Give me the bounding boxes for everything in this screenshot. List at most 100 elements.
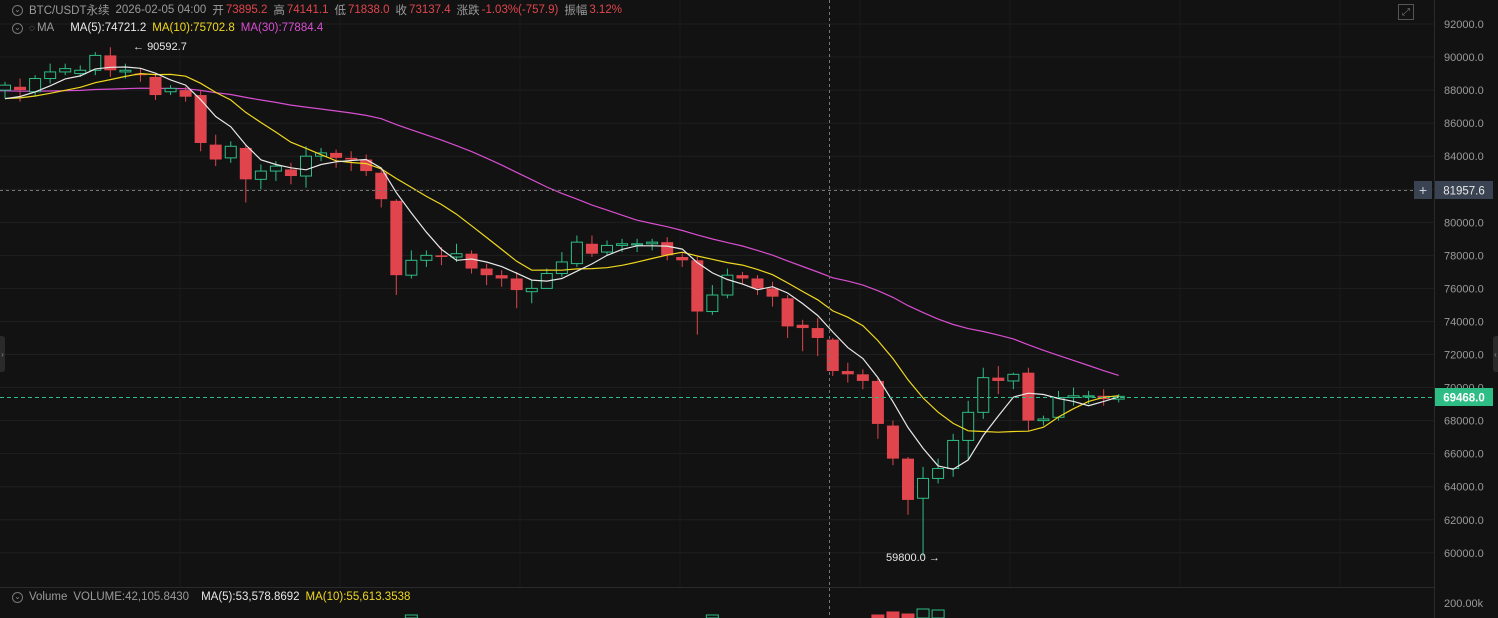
- left-panel-handle[interactable]: ›: [0, 336, 5, 372]
- low-label: 低: [334, 5, 346, 17]
- candle-body: [1022, 372, 1035, 421]
- candle-body: [1082, 395, 1095, 398]
- close-label: 收: [395, 5, 408, 17]
- price-tick-label: 74000.0: [1444, 316, 1484, 328]
- symbol-label[interactable]: BTC/USDT永续: [29, 2, 110, 18]
- candle-body: [841, 371, 854, 375]
- price-tick-label: 60000.0: [1444, 548, 1484, 560]
- high-value: 74141.1: [286, 4, 329, 16]
- volume-legend: ⌄ Volume VOLUME:42,105.8430 MA(5):53,578…: [12, 589, 410, 605]
- amplitude-value: 3.12%: [589, 4, 622, 16]
- change-label: 涨跌: [456, 5, 480, 17]
- volume-label[interactable]: Volume: [29, 591, 67, 603]
- candle-body: [646, 241, 659, 245]
- candle-body: [44, 71, 57, 80]
- high-annotation: ← 90592.7: [133, 41, 187, 53]
- price-tick-label: 80000.0: [1444, 217, 1484, 229]
- candle-body: [616, 243, 629, 246]
- candlestick-chart[interactable]: 92000.090000.088000.086000.084000.082000…: [0, 0, 1498, 618]
- candle-body: [450, 253, 463, 258]
- candle-body: [435, 255, 448, 258]
- ma30-legend: MA(30):77884.4: [240, 22, 324, 34]
- ohlc-header: ⌄ BTC/USDT永续 2026-02-05 04:00 开 73895.2 …: [12, 2, 622, 18]
- candle-body: [179, 90, 192, 97]
- price-axis[interactable]: 92000.090000.088000.086000.084000.082000…: [1444, 19, 1484, 560]
- candle-body: [330, 152, 343, 158]
- candle-body: [525, 287, 538, 293]
- volume-bar: [901, 613, 915, 618]
- candle-body: [194, 95, 207, 143]
- candle-body: [14, 86, 27, 91]
- candle-body: [495, 275, 508, 279]
- candle-body: [992, 377, 1005, 381]
- candle-body: [781, 298, 794, 327]
- candle-body: [751, 278, 764, 289]
- candle-body: [631, 243, 644, 246]
- candle-body: [736, 275, 749, 279]
- last-price-text: 69468.0: [1443, 393, 1485, 405]
- candle-body: [856, 374, 869, 381]
- candle-body: [691, 260, 704, 312]
- price-tick-label: 76000.0: [1444, 283, 1484, 295]
- ma5-legend: MA(5):74721.2: [70, 22, 147, 34]
- price-tick-label: 72000.0: [1444, 350, 1484, 362]
- candle-body: [300, 155, 312, 177]
- candle-body: [676, 257, 689, 261]
- amplitude-label: 振幅: [564, 5, 588, 17]
- expand-icon[interactable]: ⤢: [1398, 4, 1414, 20]
- price-tick-label: 90000.0: [1444, 52, 1484, 64]
- candle-body: [1007, 373, 1020, 382]
- volume-axis-label: 200.00k: [1444, 598, 1484, 610]
- candle-body: [74, 69, 87, 75]
- eye-icon[interactable]: ◌: [29, 23, 35, 34]
- candle-body: [826, 339, 839, 372]
- ma-legend: ⌄ ◌ MA MA(5):74721.2 MA(10):75702.8 MA(3…: [12, 20, 323, 36]
- candle-body: [420, 254, 433, 261]
- price-tick-label: 88000.0: [1444, 85, 1484, 97]
- price-tick-label: 84000.0: [1444, 151, 1484, 163]
- candle-body: [465, 253, 478, 269]
- collapse-ma-icon[interactable]: ⌄: [12, 22, 23, 34]
- price-tick-label: 92000.0: [1444, 19, 1484, 31]
- high-label: 高: [273, 5, 285, 17]
- candle-body: [706, 294, 719, 313]
- collapse-volume-icon[interactable]: ⌄: [12, 591, 23, 603]
- price-tick-label: 62000.0: [1444, 515, 1484, 527]
- price-tick-label: 64000.0: [1444, 482, 1484, 494]
- crosshair-price-text: 81957.6: [1443, 186, 1485, 198]
- right-panel-handle[interactable]: ‹: [1493, 336, 1498, 372]
- volume-bar: [886, 611, 900, 618]
- volume-bar: [916, 608, 930, 618]
- candle-body: [1037, 418, 1050, 422]
- open-value: 73895.2: [225, 4, 268, 16]
- candle-body: [902, 458, 914, 500]
- time-label: 2026-02-05 04:00: [115, 4, 207, 16]
- candle-body: [480, 268, 493, 276]
- candle-body: [947, 439, 960, 470]
- last-price-tag: 69468.0: [1435, 388, 1493, 406]
- ma30-line-group: [0, 87, 1119, 376]
- chart-panel[interactable]: 92000.090000.088000.086000.084000.082000…: [0, 0, 1498, 618]
- candle-body: [224, 145, 237, 159]
- candle-body: [254, 170, 267, 180]
- candle-body: [871, 380, 884, 424]
- volume-ma5: MA(5):53,578.8692: [201, 591, 300, 603]
- plus-icon[interactable]: +: [1414, 181, 1432, 199]
- candle-body: [209, 144, 222, 160]
- candle-body: [390, 200, 403, 276]
- candle-body: [164, 87, 177, 93]
- price-tick-label: 78000.0: [1444, 250, 1484, 262]
- change-value: -1.03%(-757.9): [481, 4, 559, 16]
- price-tick-label: 66000.0: [1444, 449, 1484, 461]
- volume-bar: [931, 609, 945, 618]
- candle-body: [766, 288, 779, 297]
- volume-value: VOLUME:42,105.8430: [73, 591, 190, 603]
- collapse-icon[interactable]: ⌄: [12, 4, 23, 16]
- candle-body: [345, 157, 358, 160]
- candle-body: [917, 477, 930, 499]
- ma10-legend: MA(10):75702.8: [152, 22, 235, 34]
- open-label: 开: [212, 5, 224, 17]
- ma-label[interactable]: MA: [37, 22, 54, 34]
- candle-body: [59, 68, 72, 73]
- candle-body: [932, 468, 945, 479]
